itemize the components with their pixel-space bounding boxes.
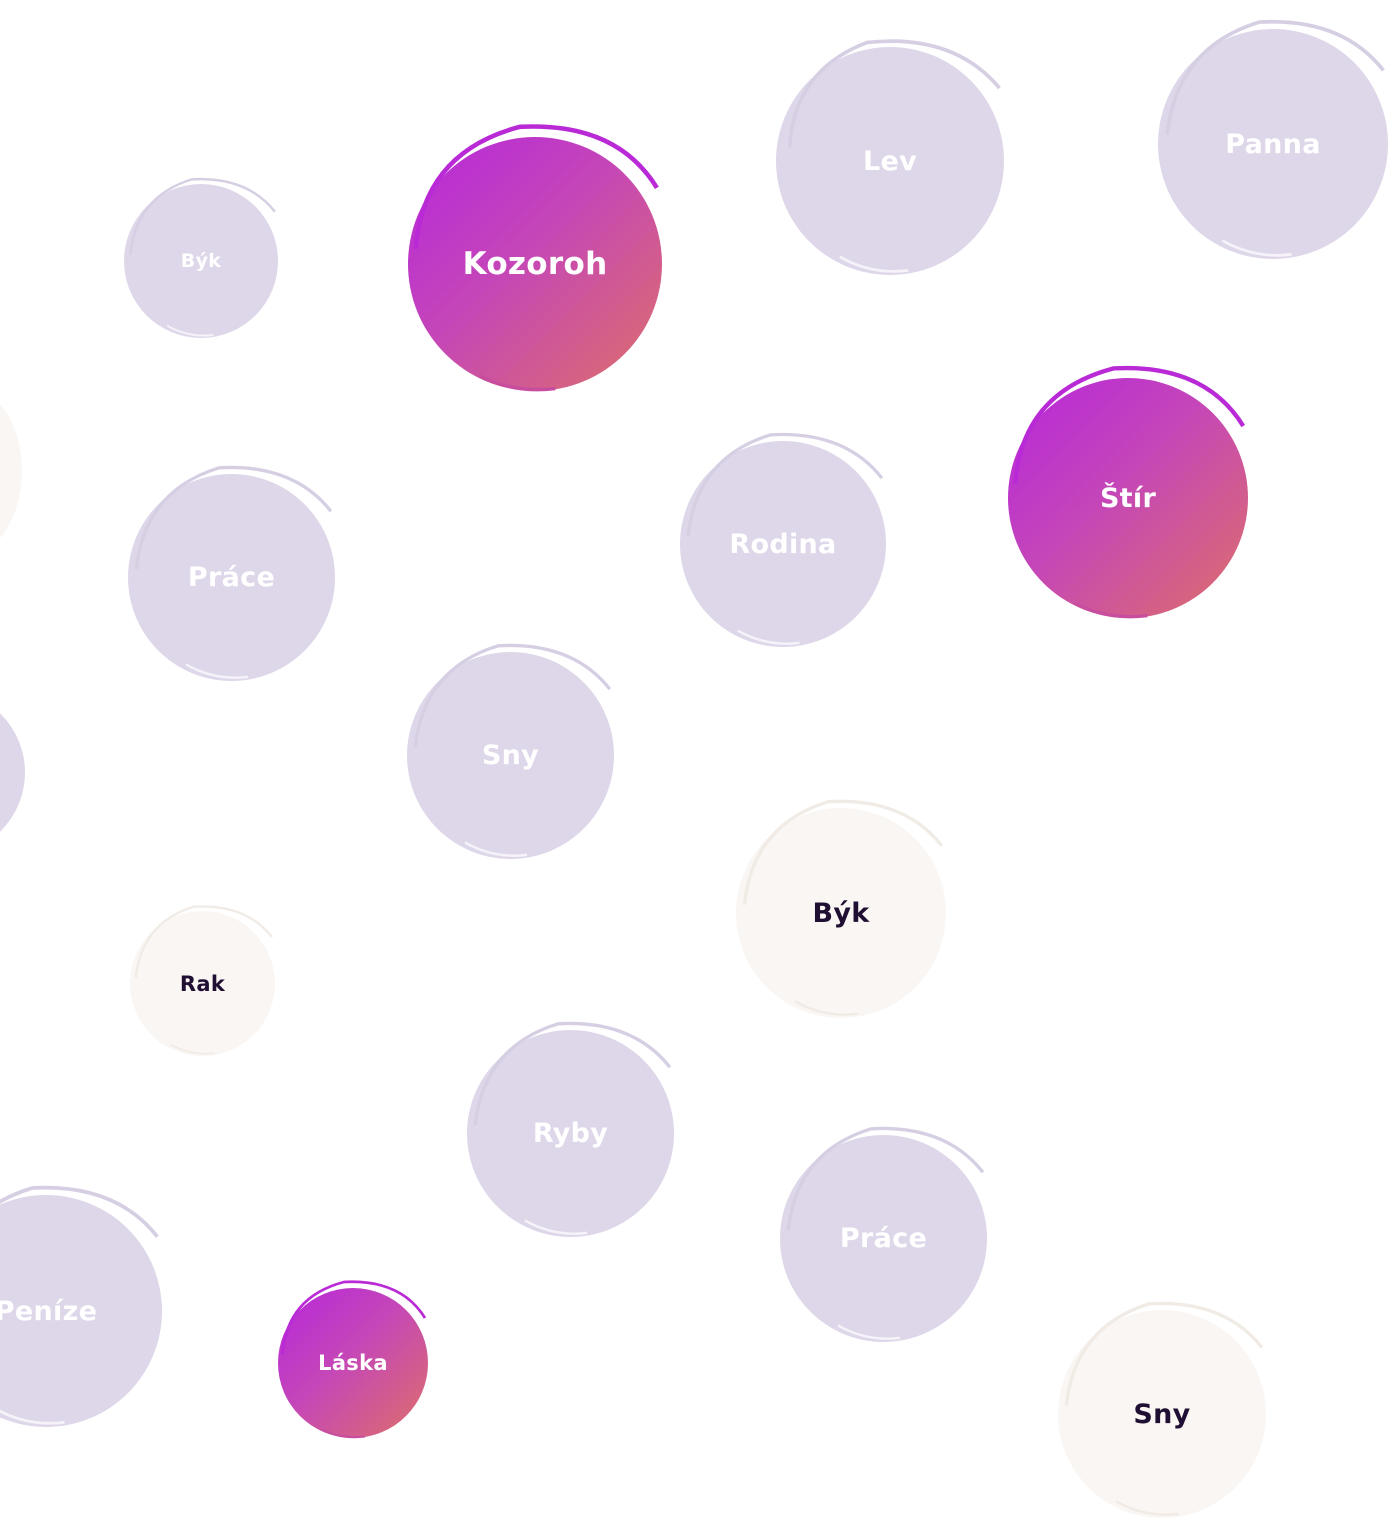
bubble-label: Lev xyxy=(862,145,918,177)
bubble-rodina[interactable]: Rodina xyxy=(680,432,886,647)
bubble-label: Práce xyxy=(187,562,276,593)
bubble-edge-partial-1[interactable] xyxy=(0,386,22,556)
bubble-kozoroh[interactable]: Kozoroh xyxy=(408,124,662,392)
bubble-sny-2[interactable]: Sny xyxy=(1058,1301,1266,1518)
bubble-penize[interactable]: Peníze xyxy=(0,1185,162,1427)
bubble-lev[interactable]: Lev xyxy=(776,39,1004,275)
bubble-prace-2[interactable]: Práce xyxy=(780,1126,987,1342)
bubble-stir[interactable]: Štír xyxy=(1008,365,1248,619)
bubble-ryby[interactable]: Ryby xyxy=(467,1021,674,1237)
bubble-edge-partial-2[interactable] xyxy=(0,690,25,855)
bubble-picker-canvas: Lev Panna Býk Kozoroh Štír Práce Rodina … xyxy=(0,0,1389,1524)
bubble-label: Kozoroh xyxy=(462,246,608,282)
bubble-byk-small[interactable]: Býk xyxy=(124,177,278,338)
bubble-label: Rodina xyxy=(729,528,837,560)
bubble-label: Láska xyxy=(318,1351,388,1375)
bubble-label: Sny xyxy=(481,740,540,771)
bubble-rak[interactable]: Rak xyxy=(130,905,275,1056)
bubble-label: Práce xyxy=(839,1223,928,1254)
bubble-sny-1[interactable]: Sny xyxy=(407,643,614,859)
brush-stroke-icon xyxy=(0,690,25,855)
brush-stroke-icon xyxy=(0,386,22,500)
bubble-label: Peníze xyxy=(0,1295,98,1327)
bubble-label: Štír xyxy=(1099,482,1157,514)
bubble-laska[interactable]: Láska xyxy=(278,1280,428,1439)
bubble-byk-large[interactable]: Býk xyxy=(736,799,946,1018)
bubble-label: Rak xyxy=(179,971,226,996)
bubble-label: Sny xyxy=(1133,1398,1191,1430)
bubble-label: Býk xyxy=(812,897,870,929)
bubble-panna[interactable]: Panna xyxy=(1158,19,1388,259)
bubble-label: Býk xyxy=(180,250,222,272)
bubble-label: Ryby xyxy=(532,1118,609,1149)
bubble-label: Panna xyxy=(1225,128,1321,160)
bubble-prace-1[interactable]: Práce xyxy=(128,465,335,681)
